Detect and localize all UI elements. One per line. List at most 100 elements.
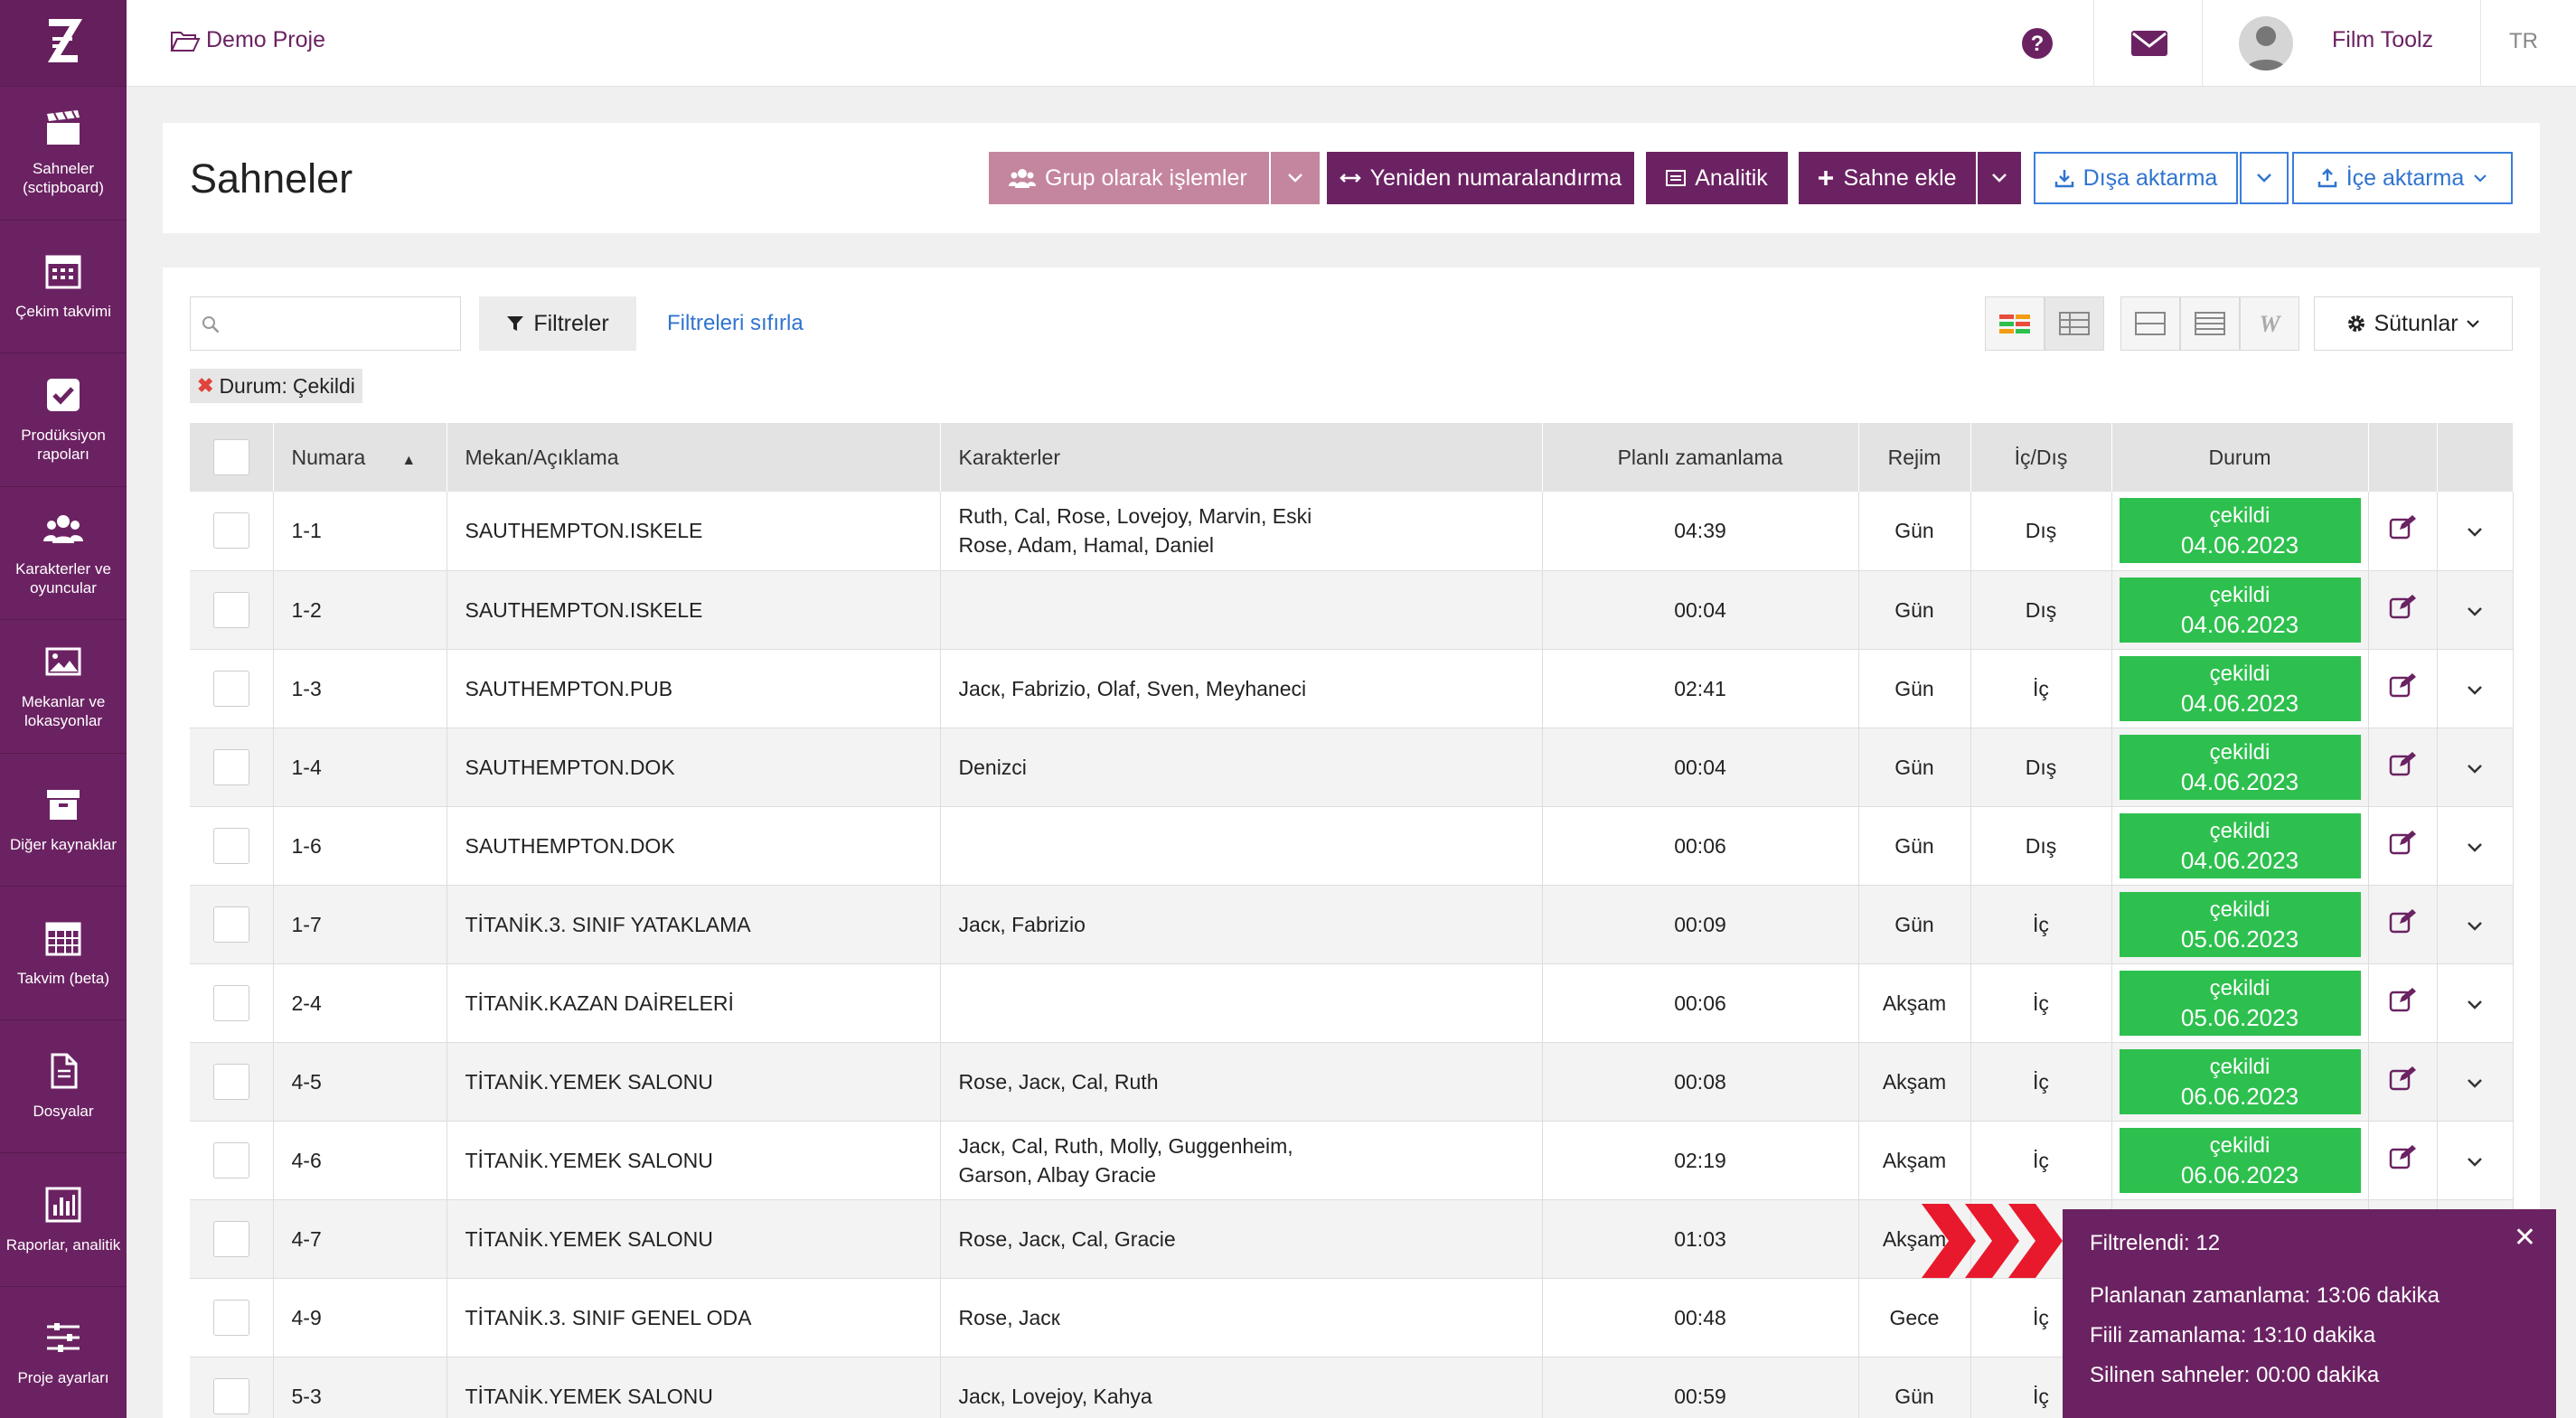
sidebar-item-production-reports[interactable]: Prodüksiyon rapoları: [0, 353, 127, 487]
table-row[interactable]: 1-3 SAUTHEMPTON.PUB Jacк, Fabrizio, Olaf, …: [190, 649, 2514, 728]
sidebar-item-other-resources[interactable]: Diğer kaynaklar: [0, 754, 127, 887]
sidebar-item-files[interactable]: Dosyalar: [0, 1020, 127, 1153]
row-checkbox[interactable]: [212, 827, 249, 864]
status-badge[interactable]: çekildi 06.06.2023: [2119, 1048, 2361, 1114]
columns-button[interactable]: Sütunlar: [2314, 296, 2513, 351]
row-checkbox[interactable]: [212, 1063, 249, 1100]
search-input[interactable]: [190, 296, 461, 351]
expand-cell: [2437, 570, 2514, 650]
status-badge[interactable]: çekildi 04.06.2023: [2119, 812, 2361, 878]
sidebar-item-project-settings[interactable]: Proje ayarları: [0, 1287, 127, 1418]
svg-text:W: W: [2259, 312, 2281, 335]
add-scene-dropdown[interactable]: [1978, 152, 2021, 204]
close-icon[interactable]: ✕: [2514, 1222, 2536, 1254]
column-header-status[interactable]: Durum: [2111, 423, 2369, 492]
column-header-planned-time[interactable]: Planlı zamanlama: [1542, 423, 1859, 492]
edit-icon[interactable]: [2389, 987, 2416, 1017]
column-header-int-ext[interactable]: İç/Dış: [1970, 423, 2112, 492]
app-logo[interactable]: [0, 0, 127, 87]
row-checkbox[interactable]: [212, 1377, 249, 1414]
chevron-down-icon[interactable]: [2467, 519, 2483, 542]
view-rows-button[interactable]: [2120, 296, 2180, 351]
status-badge[interactable]: çekildi 05.06.2023: [2119, 970, 2361, 1036]
project-breadcrumb[interactable]: Demo Proje: [170, 27, 325, 53]
edit-icon[interactable]: [2389, 1066, 2416, 1095]
chevron-down-icon[interactable]: [2467, 1149, 2483, 1172]
chevron-down-icon[interactable]: [2467, 913, 2483, 936]
help-icon[interactable]: ?: [2021, 27, 2054, 60]
chevron-down-icon[interactable]: [2467, 677, 2483, 700]
remove-filter-icon[interactable]: ✖: [197, 374, 213, 398]
characters-line: Jacк, Cal, Ruth, Molly, Guggenheim,: [958, 1133, 1293, 1158]
edit-icon[interactable]: [2389, 672, 2416, 702]
import-button[interactable]: İçe aktarma: [2292, 152, 2513, 204]
sidebar-item-reports[interactable]: Raporlar, analitik: [0, 1153, 127, 1287]
row-checkbox[interactable]: [212, 984, 249, 1021]
edit-icon[interactable]: [2389, 908, 2416, 938]
edit-icon[interactable]: [2389, 830, 2416, 859]
export-dropdown[interactable]: [2240, 152, 2289, 204]
column-header-number[interactable]: Numara ▲: [273, 423, 447, 492]
chevron-down-icon[interactable]: [2467, 598, 2483, 622]
row-checkbox[interactable]: [212, 1141, 249, 1179]
add-scene-button[interactable]: Sahne ekle: [1799, 152, 1976, 204]
row-checkbox[interactable]: [212, 591, 249, 628]
edit-cell: [2368, 1042, 2438, 1122]
chevron-down-icon[interactable]: [2467, 756, 2483, 779]
status-badge[interactable]: çekildi 04.06.2023: [2119, 577, 2361, 643]
reset-filters-link[interactable]: Filtreleri sıfırla: [667, 311, 804, 336]
status-badge[interactable]: çekildi 04.06.2023: [2119, 734, 2361, 800]
row-checkbox[interactable]: [212, 1220, 249, 1257]
mail-icon[interactable]: [2131, 31, 2167, 56]
sidebar-item-calendar-beta[interactable]: Takvim (beta): [0, 887, 127, 1020]
planned-time: 01:03: [1542, 1199, 1859, 1279]
table-row[interactable]: 4-5 TİTANİK.YEMEK SALONU Rose, Jacк, Cal, …: [190, 1042, 2514, 1122]
status-badge[interactable]: çekildi 06.06.2023: [2119, 1127, 2361, 1193]
sidebar-item-characters[interactable]: Karakterler ve oyuncular: [0, 487, 127, 620]
chevron-down-icon[interactable]: [2467, 991, 2483, 1015]
view-table-button[interactable]: [2045, 296, 2104, 351]
chevron-down-icon[interactable]: [2467, 834, 2483, 858]
group-operations-dropdown[interactable]: [1271, 152, 1320, 204]
sidebar-item-locations[interactable]: Mekanlar ve lokasyonlar: [0, 620, 127, 754]
analytics-button[interactable]: Analitik: [1646, 152, 1788, 204]
row-checkbox[interactable]: [212, 670, 249, 707]
sidebar-item-scenes[interactable]: Sahneler (sctipboard): [0, 87, 127, 221]
edit-icon[interactable]: [2389, 751, 2416, 781]
status-date: 06.06.2023: [2180, 1082, 2299, 1110]
table-row[interactable]: 1-1 SAUTHEMPTON.ISKELE Ruth, Cal, Rose, Lo…: [190, 492, 2514, 571]
chevron-down-icon[interactable]: [2467, 1070, 2483, 1094]
filters-button[interactable]: Filtreler: [479, 296, 636, 351]
language-switch[interactable]: TR: [2509, 29, 2538, 54]
select-all-checkbox[interactable]: [212, 439, 249, 475]
table-row[interactable]: 2-4 TİTANİK.KAZAN DAİRELERİ 00:06 Akşam İç çe…: [190, 963, 2514, 1043]
column-header-location[interactable]: Mekan/Açıklama: [447, 423, 941, 492]
export-button[interactable]: Dışa aktarma: [2034, 152, 2238, 204]
column-header-characters[interactable]: Karakterler: [940, 423, 1543, 492]
edit-icon[interactable]: [2389, 594, 2416, 624]
table-row[interactable]: 1-7 TİTANİK.3. SINIF YATAKLAMA Jacк, Fabri…: [190, 885, 2514, 964]
table-row[interactable]: 1-2 SAUTHEMPTON.ISKELE 00:04 Gün Dış çekildi 0…: [190, 570, 2514, 650]
table-row[interactable]: 1-4 SAUTHEMPTON.DOK Denizci 00:04 Gün Dış çeki…: [190, 728, 2514, 807]
row-checkbox[interactable]: [212, 906, 249, 943]
status-badge[interactable]: çekildi 05.06.2023: [2119, 891, 2361, 957]
user-name[interactable]: Film Toolz: [2332, 27, 2433, 53]
renumber-button[interactable]: Yeniden numaralandırma: [1327, 152, 1634, 204]
status-badge[interactable]: çekildi 04.06.2023: [2119, 498, 2361, 564]
calendar-icon: [45, 255, 81, 289]
sidebar-item-schedule[interactable]: Çekim takvimi: [0, 221, 127, 353]
view-word-button[interactable]: W: [2240, 296, 2299, 351]
edit-icon[interactable]: [2389, 515, 2416, 544]
row-checkbox[interactable]: [212, 748, 249, 785]
avatar[interactable]: [2239, 16, 2293, 70]
edit-icon[interactable]: [2389, 1144, 2416, 1174]
status-badge[interactable]: çekildi 04.06.2023: [2119, 655, 2361, 721]
table-row[interactable]: 4-6 TİTANİK.YEMEK SALONU Jacк, Cal, Ruth, …: [190, 1121, 2514, 1200]
row-checkbox[interactable]: [212, 1299, 249, 1336]
column-header-regime[interactable]: Rejim: [1858, 423, 1971, 492]
row-checkbox[interactable]: [212, 512, 249, 549]
view-colored-grid-button[interactable]: [1985, 296, 2045, 351]
view-list-button[interactable]: [2180, 296, 2240, 351]
group-operations-button[interactable]: Grup olarak işlemler: [989, 152, 1269, 204]
table-row[interactable]: 1-6 SAUTHEMPTON.DOK 00:06 Gün Dış çekildi 04.0…: [190, 806, 2514, 886]
